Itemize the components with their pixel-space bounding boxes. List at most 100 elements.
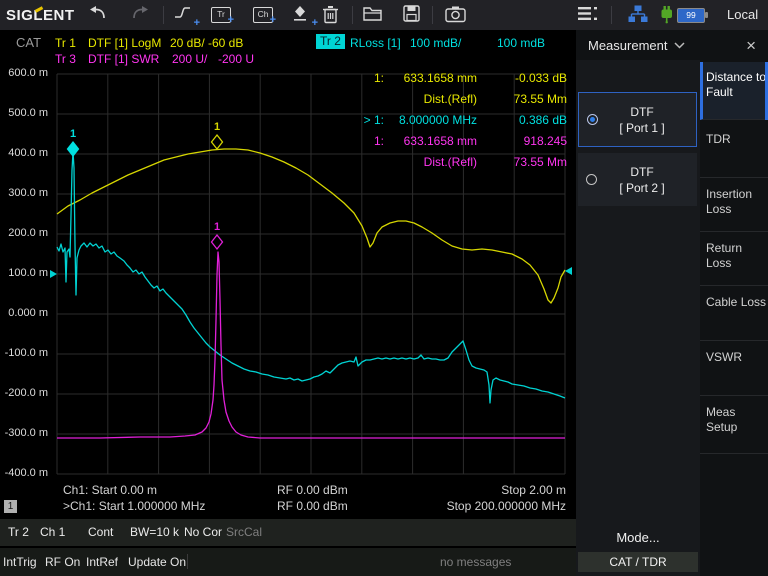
menu-item-distance-to-fault[interactable]: Distance to Fault: [700, 62, 768, 120]
markers[interactable]: 1 1 1: [68, 121, 223, 249]
y-axis-label: -400.0 m: [0, 467, 48, 479]
lan-network-icon: [628, 5, 650, 25]
trace2-active-label[interactable]: Tr 2: [316, 34, 345, 49]
trace3-scale[interactable]: 200 U/: [172, 52, 207, 66]
status-srccal[interactable]: SrcCal: [226, 525, 262, 539]
readout-row: Dist.(Refl)73.55 Mm: [330, 89, 567, 110]
status-active-trace[interactable]: Tr 2: [8, 525, 29, 539]
marker-label: 1: [70, 128, 76, 140]
y-axis-label: 400.0 m: [0, 147, 48, 159]
readout-row: 1:633.1658 mm-0.033 dB: [330, 68, 567, 89]
panel-title[interactable]: Measurement: [588, 38, 667, 53]
trace3-measurement[interactable]: DTF [1] SWR: [88, 52, 159, 66]
marker-readout: 1:633.1658 mm-0.033 dB Dist.(Refl)73.55 …: [330, 68, 567, 173]
trace2-measurement[interactable]: RLoss [1]: [350, 36, 401, 50]
update-status[interactable]: Update On: [128, 555, 186, 569]
marker-diamond[interactable]: [212, 135, 223, 149]
reference-status[interactable]: IntRef: [86, 555, 118, 569]
trace3-reference[interactable]: -200 U: [218, 52, 254, 66]
ch1-start-distance[interactable]: Ch1: Start 0.00 m: [63, 483, 157, 497]
ch1-rf-power[interactable]: RF 0.00 dBm: [277, 483, 348, 497]
add-trace-icon[interactable]: Tr+: [211, 7, 231, 23]
toolbar-separator: [611, 6, 612, 24]
toolbar-separator: [163, 6, 164, 24]
y-axis-label: 100.0 m: [0, 267, 48, 279]
y-axis-label: -200.0 m: [0, 387, 48, 399]
menu-list-icon[interactable]: [578, 5, 600, 25]
channel-row-frequency: >Ch1: Start 1.000000 MHz RF 0.00 dBm Sto…: [0, 499, 576, 514]
toolbar: SIGLENT + Tr+ Ch+ + 99 Local: [0, 0, 768, 30]
channel-row-distance: Ch1: Start 0.00 m RF 0.00 dBm Stop 2.00 …: [0, 483, 576, 498]
bottom-bar-separator: [187, 554, 188, 569]
ch1-stop-distance[interactable]: Stop 2.00 m: [360, 483, 566, 497]
cat-tdr-button[interactable]: CAT / TDR: [578, 552, 698, 572]
open-file-icon[interactable]: [363, 5, 385, 25]
marker-label: 1: [214, 121, 220, 133]
dtf-port1-option[interactable]: DTF [ Port 1 ]: [578, 92, 697, 147]
toolbar-separator: [432, 6, 433, 24]
undo-icon[interactable]: [88, 5, 110, 25]
menu-item-insertion-loss[interactable]: Insertion Loss: [700, 179, 768, 232]
local-button[interactable]: Local: [727, 7, 758, 22]
menu-item-tdr[interactable]: TDR: [700, 124, 768, 178]
redo-icon[interactable]: [130, 5, 152, 25]
ch1-rf-power-2[interactable]: RF 0.00 dBm: [277, 499, 348, 513]
status-bandwidth[interactable]: BW=10 k: [130, 525, 179, 539]
add-channel-icon[interactable]: Ch+: [253, 7, 273, 23]
mode-label: CAT: [16, 35, 41, 50]
screenshot-camera-icon[interactable]: [445, 5, 467, 25]
status-correction[interactable]: No Cor: [184, 525, 222, 539]
menu-item-return-loss[interactable]: Return Loss: [700, 233, 768, 286]
port-selection-column: DTF [ Port 1 ] DTF [ Port 2 ] Mode... CAT …: [576, 60, 700, 576]
measurement-panel: Measurement × DTF [ Port 1 ] DTF [ Port 2 …: [576, 30, 768, 576]
dtf-port2-option[interactable]: DTF [ Port 2 ]: [578, 153, 697, 206]
port1-line2: [ Port 1 ]: [619, 121, 664, 135]
trace1-measurement[interactable]: DTF [1] LogM: [88, 36, 161, 50]
message-area: no messages: [440, 555, 511, 569]
trace3-name[interactable]: Tr 3: [55, 52, 76, 66]
limit-line-icon[interactable]: +: [174, 5, 196, 25]
marker-diamond[interactable]: [212, 235, 223, 249]
trace2-reference[interactable]: 100 mdB: [497, 36, 545, 50]
ch1-stop-frequency[interactable]: Stop 200.000000 MHz: [360, 499, 566, 513]
status-bar: Tr 2 Ch 1 Cont BW=10 k No Cor SrcCal: [0, 519, 576, 546]
y-axis-label: 0.000 m: [0, 307, 48, 319]
trace2-scale[interactable]: 100 mdB/: [410, 36, 461, 50]
battery-indicator: 99: [677, 8, 705, 23]
readout-row: Dist.(Refl)73.55 Mm: [330, 152, 567, 173]
y-axis-label: -300.0 m: [0, 427, 48, 439]
radio-unselected-icon: [586, 174, 597, 185]
trace1-scale[interactable]: 20 dB/: [170, 36, 205, 50]
save-icon[interactable]: [403, 5, 425, 25]
readout-row: 1:633.1658 mm918.245: [330, 131, 567, 152]
y-axis-label: 200.0 m: [0, 227, 48, 239]
port1-line1: DTF: [630, 105, 653, 119]
y-axis-label: 600.0 m: [0, 67, 48, 79]
status-active-channel[interactable]: Ch 1: [40, 525, 65, 539]
port2-line1: DTF: [630, 165, 653, 179]
port2-line2: [ Port 2 ]: [619, 181, 664, 195]
trace1-reference[interactable]: -60 dB: [208, 36, 243, 50]
add-marker-icon[interactable]: +: [292, 5, 314, 25]
menu-item-meas-setup[interactable]: Meas Setup: [700, 397, 768, 454]
siglent-logo: SIGLENT: [6, 7, 75, 24]
panel-header: Measurement ×: [576, 30, 768, 60]
marker-label: 1: [214, 221, 220, 233]
trigger-status[interactable]: IntTrig: [3, 555, 37, 569]
ref-level-arrow-left: [50, 270, 57, 278]
toolbar-separator: [352, 6, 353, 24]
rf-status[interactable]: RF On: [45, 555, 80, 569]
status-sweep-mode[interactable]: Cont: [88, 525, 113, 539]
menu-item-cable-loss[interactable]: Cable Loss: [700, 287, 768, 341]
y-axis-label: -100.0 m: [0, 347, 48, 359]
y-axis-label: 500.0 m: [0, 107, 48, 119]
mode-button[interactable]: Mode...: [576, 530, 700, 545]
y-axis-label: 300.0 m: [0, 187, 48, 199]
close-icon[interactable]: ×: [746, 37, 756, 54]
chevron-down-icon[interactable]: [674, 42, 685, 49]
menu-item-vswr[interactable]: VSWR: [700, 342, 768, 396]
delete-icon[interactable]: [322, 5, 344, 25]
ch1-start-frequency[interactable]: >Ch1: Start 1.000000 MHz: [63, 499, 205, 513]
trace1-name[interactable]: Tr 1: [55, 36, 76, 50]
readout-row: > 1:8.000000 MHz0.386 dB: [330, 110, 567, 131]
